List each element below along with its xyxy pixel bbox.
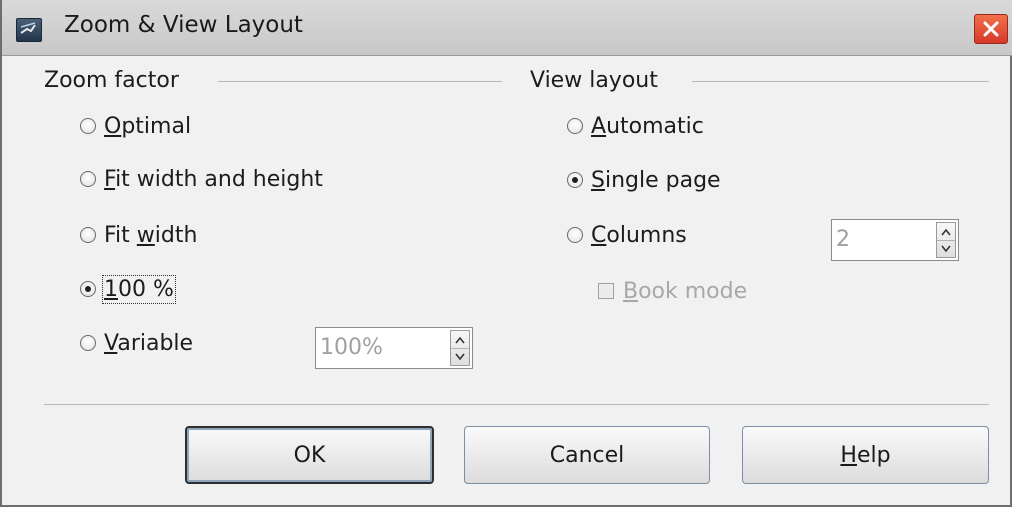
- spin-buttons: [450, 330, 470, 366]
- zoom-factor-heading: Zoom factor: [44, 68, 179, 93]
- view-layout-heading: View layout: [530, 68, 658, 93]
- radio-label-rest: 00 %: [118, 276, 174, 302]
- window-title: Zoom & View Layout: [64, 12, 303, 38]
- radio-label: Automatic: [591, 114, 704, 139]
- radio-label: Variable: [104, 331, 193, 356]
- view-layout-divider: [692, 81, 989, 82]
- radio-indicator: [80, 118, 96, 134]
- chevron-up-icon: [455, 336, 465, 343]
- mnemonic-letter: F: [104, 166, 116, 192]
- ok-button[interactable]: OK: [185, 426, 434, 484]
- zoom-fit-width-radio[interactable]: Fit width: [80, 220, 197, 250]
- spin-down-button[interactable]: [937, 240, 955, 257]
- variable-zoom-spinbox[interactable]: 100%: [315, 327, 473, 369]
- radio-label-rest: ingle page: [604, 167, 721, 193]
- radio-indicator: [567, 227, 583, 243]
- help-label-rest: elp: [856, 442, 891, 468]
- title-bar[interactable]: Zoom & View Layout: [2, 0, 1012, 56]
- book-mode-checkbox[interactable]: Book mode: [598, 276, 747, 306]
- zoom-view-layout-dialog: Zoom & View Layout Zoom factor Optimal F…: [0, 0, 1012, 507]
- radio-indicator: [567, 118, 583, 134]
- radio-indicator-checked: [567, 172, 583, 188]
- zoom-variable-radio[interactable]: Variable: [80, 328, 193, 358]
- radio-label-rest: ptimal: [121, 113, 192, 139]
- mnemonic-letter: w: [136, 222, 155, 248]
- checkbox-label: Book mode: [623, 279, 747, 304]
- columns-value: 2: [836, 227, 850, 252]
- spin-up-button[interactable]: [937, 223, 955, 241]
- checkbox-label-rest: ook mode: [638, 278, 748, 304]
- checkbox-indicator: [598, 283, 614, 299]
- radio-indicator: [80, 335, 96, 351]
- help-label: Help: [840, 443, 890, 468]
- spin-up-button[interactable]: [451, 331, 469, 349]
- mnemonic-letter: S: [591, 167, 605, 193]
- mnemonic-letter: C: [591, 222, 607, 248]
- spin-down-button[interactable]: [451, 348, 469, 365]
- spin-buttons: [936, 222, 956, 258]
- mnemonic-letter: 1: [104, 276, 118, 302]
- radio-label: Single page: [591, 168, 721, 193]
- radio-label: Columns: [591, 223, 687, 248]
- columns-spinbox[interactable]: 2: [831, 219, 959, 261]
- zoom-factor-divider: [218, 81, 502, 82]
- view-automatic-radio[interactable]: Automatic: [567, 111, 704, 141]
- close-icon: [983, 21, 999, 37]
- mnemonic-letter: A: [591, 113, 607, 139]
- view-columns-radio[interactable]: Columns: [567, 220, 687, 250]
- radio-label: Optimal: [104, 114, 191, 139]
- zoom-100-percent-radio[interactable]: 100 %: [80, 274, 176, 304]
- mnemonic-letter: B: [623, 278, 639, 304]
- radio-indicator: [80, 171, 96, 187]
- chevron-down-icon: [941, 245, 951, 252]
- radio-indicator: [80, 227, 96, 243]
- mnemonic-letter: H: [840, 442, 857, 468]
- cancel-button[interactable]: Cancel: [464, 426, 710, 484]
- radio-label-rest: ariable: [117, 330, 194, 356]
- radio-label-rest: olumns: [606, 222, 687, 248]
- radio-indicator-checked: [80, 281, 96, 297]
- radio-label: Fit width and height: [104, 167, 323, 192]
- radio-label: Fit width: [104, 222, 198, 248]
- radio-label: 100 %: [102, 274, 176, 304]
- radio-label-rest: it width and height: [115, 166, 323, 192]
- help-button[interactable]: Help: [742, 426, 989, 484]
- variable-zoom-value: 100%: [320, 335, 383, 360]
- buttons-divider: [44, 404, 989, 405]
- chevron-up-icon: [941, 228, 951, 235]
- zoom-optimal-radio[interactable]: Optimal: [80, 111, 191, 141]
- close-button[interactable]: [974, 14, 1008, 44]
- mnemonic-letter: V: [104, 330, 118, 356]
- zoom-fit-width-height-radio[interactable]: Fit width and height: [80, 164, 323, 194]
- app-icon: [16, 18, 42, 42]
- mnemonic-letter: O: [104, 113, 122, 139]
- chevron-down-icon: [455, 353, 465, 360]
- view-single-page-radio[interactable]: Single page: [567, 165, 721, 195]
- radio-label-rest: utomatic: [606, 113, 704, 139]
